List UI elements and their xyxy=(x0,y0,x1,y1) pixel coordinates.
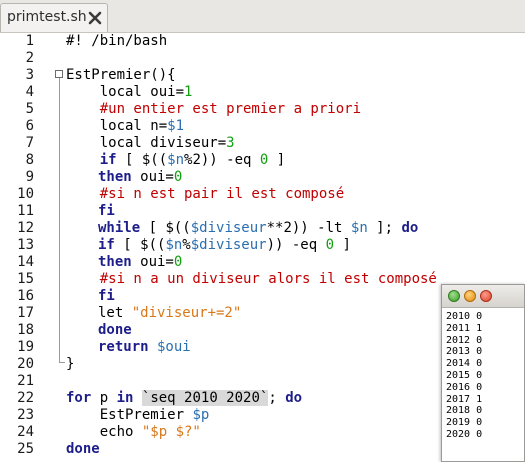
line-number: 18 xyxy=(17,322,34,338)
line-number: 21 xyxy=(17,373,34,389)
code-line-16: fi xyxy=(98,288,115,304)
line-number: 6 xyxy=(25,118,34,134)
terminal-line: 2014 0 xyxy=(446,358,483,370)
code-line-4: local oui=1 xyxy=(66,84,193,100)
tab-bar: primtest.sh xyxy=(0,0,525,33)
window-minimize-icon[interactable] xyxy=(464,290,476,302)
code-line-11: fi xyxy=(98,203,115,219)
terminal-line: 2015 0 xyxy=(446,369,483,381)
line-number: 7 xyxy=(25,135,34,151)
terminal-line: 2019 0 xyxy=(446,417,483,429)
fold-end-marker xyxy=(59,362,65,363)
line-number: 14 xyxy=(17,254,34,270)
terminal-line: 2011 1 xyxy=(446,322,483,334)
terminal-line: 2017 1 xyxy=(446,393,483,405)
terminal-line: 2010 0 xyxy=(446,311,483,322)
window-maximize-icon[interactable] xyxy=(480,290,492,302)
terminal-line: 2012 0 xyxy=(446,334,483,346)
code-line-9: then oui=0 xyxy=(98,169,183,185)
code-line-10: #si n est pair il est composé xyxy=(66,186,345,202)
code-line-18: done xyxy=(98,322,132,338)
terminal-window[interactable]: 2010 0 2011 1 2012 0 2013 0 2014 0 2015 0 2016… xyxy=(441,284,525,462)
code-line-13: if [ $(($n%$diviseur)) -eq 0 ] xyxy=(98,237,351,253)
code-line-19: return $oui xyxy=(98,339,191,355)
code-line-8: if [ $(($n%2)) -eq 0 ] xyxy=(99,152,286,168)
code-line-3: EstPremier(){ xyxy=(66,67,176,83)
line-number: 9 xyxy=(25,169,34,185)
window-close-icon[interactable] xyxy=(448,290,460,302)
code-line-24: echo "$p $?" xyxy=(66,424,201,440)
line-number: 15 xyxy=(17,271,34,287)
line-number: 23 xyxy=(17,407,34,423)
fold-guide xyxy=(59,76,60,362)
terminal-output: 2010 0 2011 1 2012 0 2013 0 2014 0 2015 0 2016… xyxy=(446,311,482,441)
line-number: 5 xyxy=(25,101,34,117)
line-number: 10 xyxy=(17,186,34,202)
terminal-line: 2018 0 xyxy=(446,405,483,417)
line-number: 8 xyxy=(25,152,34,168)
fold-toggle-icon[interactable] xyxy=(55,70,63,78)
line-number: 4 xyxy=(25,84,34,100)
line-number: 20 xyxy=(17,356,34,372)
terminal-line: 2016 0 xyxy=(446,381,483,393)
line-number: 1 xyxy=(25,33,34,49)
code-line-23: EstPremier $p xyxy=(66,407,210,423)
code-line-15: #si n a un diviseur alors il est composé xyxy=(66,271,437,287)
code-line-20: } xyxy=(66,356,75,372)
line-number: 24 xyxy=(17,424,34,440)
line-number-gutter: 1 2 3 4 5 6 7 8 9 10 11 12 13 14 15 16 17 18 19 20 21 22 23 24 2… xyxy=(0,33,56,462)
line-number: 3 xyxy=(25,67,34,83)
code-line-7: local diviseur=3 xyxy=(66,135,235,151)
line-number: 16 xyxy=(17,288,34,304)
line-number: 2 xyxy=(25,50,34,66)
line-number: 13 xyxy=(17,237,34,253)
code-line-6: local n=$1 xyxy=(66,118,185,134)
close-icon[interactable] xyxy=(88,11,102,25)
line-number: 19 xyxy=(17,339,34,355)
tab-label: primtest.sh xyxy=(7,9,87,25)
line-number: 12 xyxy=(17,220,34,236)
terminal-line: 2013 0 xyxy=(446,346,483,358)
line-number: 17 xyxy=(17,305,34,321)
line-number: 11 xyxy=(17,203,34,219)
code-line-14: then oui=0 xyxy=(98,254,183,270)
terminal-titlebar[interactable] xyxy=(442,285,524,308)
code-line-22: for p in `seq 2010 2020`; do xyxy=(66,390,303,406)
code-line-1: #! /bin/bash xyxy=(66,33,168,49)
code-line-5: #un entier est premier a priori xyxy=(66,101,362,117)
code-line-25: done xyxy=(66,441,100,457)
terminal-line: 2020 0 xyxy=(446,428,483,440)
code-line-17: let "diviseur+=2" xyxy=(98,305,242,321)
line-number: 25 xyxy=(17,441,34,457)
code-line-12: while [ $(($diviseur**2)) -lt $n ]; do xyxy=(98,220,419,236)
tab-primtest[interactable]: primtest.sh xyxy=(0,3,108,32)
line-number: 22 xyxy=(17,390,34,406)
